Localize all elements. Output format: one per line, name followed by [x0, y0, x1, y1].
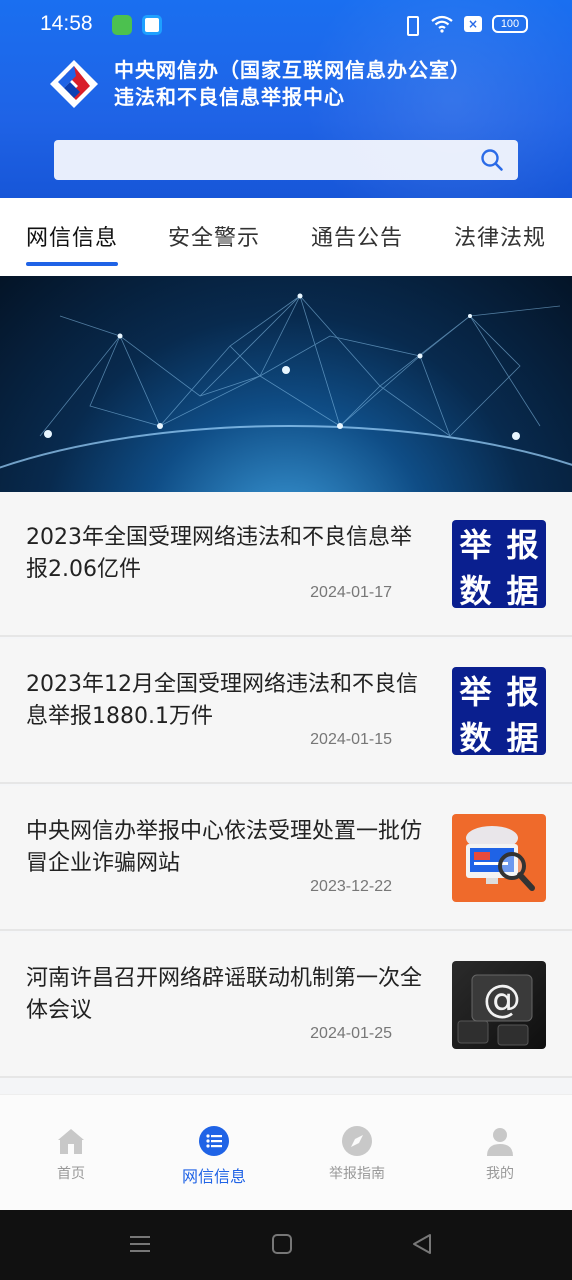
- menu-icon[interactable]: [128, 1232, 152, 1256]
- news-date: 2024-01-25: [310, 1025, 392, 1042]
- network-globe-illustration: [0, 293, 572, 492]
- active-tab-indicator: [26, 262, 118, 266]
- no-sim-icon: ×: [464, 16, 482, 32]
- back-icon[interactable]: [410, 1232, 434, 1256]
- app-header: 14:58 × 100 中央网信办（国家互联网信息办公室） 违法和不良信息举报中…: [0, 0, 572, 198]
- notification-app-icon: [112, 15, 132, 35]
- tab-laws[interactable]: 法律法规: [454, 220, 546, 252]
- tab-security-alerts[interactable]: 安全警示: [168, 220, 260, 252]
- user-icon: [487, 1128, 513, 1156]
- news-date: 2024-01-15: [310, 731, 392, 748]
- nav-home[interactable]: 首页: [21, 1125, 121, 1183]
- header-title-line2: 违法和不良信息举报中心: [114, 85, 345, 109]
- compass-icon: [342, 1126, 372, 1156]
- search-bar[interactable]: [54, 140, 518, 180]
- wifi-icon: [431, 15, 453, 33]
- header-title-line1: 中央网信办（国家互联网信息办公室）: [114, 58, 471, 82]
- search-input[interactable]: [54, 140, 474, 180]
- news-date: 2024-01-17: [310, 584, 392, 601]
- report-data-thumbnail: 举 报 数 据: [452, 520, 546, 608]
- bottom-navigation: 首页 网信信息 举报指南 我的: [0, 1094, 572, 1210]
- at-key-thumbnail: @: [452, 961, 546, 1049]
- battery-indicator: 100: [492, 15, 528, 33]
- magnifier-computer-thumbnail: [452, 814, 546, 902]
- magnifier-icon: [466, 826, 535, 891]
- home-button-icon[interactable]: [270, 1232, 294, 1256]
- home-icon: [58, 1129, 84, 1154]
- news-item[interactable]: 中央网信办举报中心依法受理处置一批仿冒企业诈骗网站 2023-12-22: [0, 786, 572, 931]
- logo-icon: [50, 60, 98, 108]
- search-icon[interactable]: [480, 148, 504, 172]
- nav-wangxin-info[interactable]: 网信信息: [164, 1125, 264, 1187]
- at-key-icon: @: [457, 974, 533, 1046]
- news-item[interactable]: 2023年全国受理网络违法和不良信息举报2.06亿件 2024-01-17 举 …: [0, 492, 572, 637]
- notification-app-icon-2: [142, 15, 162, 35]
- tab-notices[interactable]: 通告公告: [311, 220, 403, 252]
- news-title: 中央网信办举报中心依法受理处置一批仿冒企业诈骗网站: [26, 819, 423, 876]
- news-item[interactable]: 2023年12月全国受理网络违法和不良信息举报1880.1万件 2024-01-…: [0, 639, 572, 784]
- news-title: 2023年12月全国受理网络违法和不良信息举报1880.1万件: [26, 672, 418, 729]
- nav-report-guide[interactable]: 举报指南: [307, 1125, 407, 1183]
- nav-profile[interactable]: 我的: [450, 1125, 550, 1183]
- news-title: 河南许昌召开网络辟谣联动机制第一次全体会议: [26, 966, 423, 1023]
- brand: 中央网信办（国家互联网信息办公室） 违法和不良信息举报中心: [46, 56, 471, 112]
- report-data-thumbnail: 举 报 数 据: [452, 667, 546, 755]
- status-time: 14:58: [40, 12, 93, 35]
- list-icon: [199, 1126, 229, 1156]
- banner-image[interactable]: [0, 276, 572, 492]
- status-bar: 14:58 × 100: [0, 10, 572, 42]
- system-navigation-bar: [0, 1210, 572, 1280]
- vibrate-icon: [402, 15, 420, 36]
- news-item[interactable]: 河南许昌召开网络辟谣联动机制第一次全体会议 2024-01-25 @: [0, 933, 572, 1078]
- svg-text:@: @: [483, 977, 521, 1021]
- news-date: 2023-12-22: [310, 878, 392, 895]
- tab-wangxin-info[interactable]: 网信信息: [26, 220, 118, 252]
- news-title: 2023年全国受理网络违法和不良信息举报2.06亿件: [26, 525, 412, 582]
